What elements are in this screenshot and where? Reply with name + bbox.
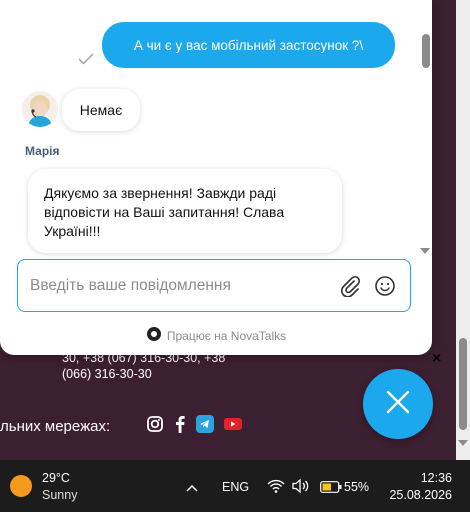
message-input-box[interactable]: [17, 259, 411, 312]
youtube-icon[interactable]: [224, 417, 242, 431]
language-indicator[interactable]: ENG: [222, 480, 249, 494]
chat-scroll-down-icon[interactable]: [420, 248, 430, 254]
telegram-icon[interactable]: [196, 415, 214, 433]
chevron-up-icon[interactable]: [186, 480, 198, 498]
social-networks-label: льних мережах:: [0, 418, 111, 435]
outgoing-message: А чи є у вас мобільний застосунок ?\: [102, 22, 395, 68]
incoming-message-long: Дякуємо за звернення! Завжди раді відпов…: [28, 169, 342, 253]
battery-icon[interactable]: [320, 480, 342, 498]
incoming-message-short: Немає: [62, 89, 140, 131]
page-scroll-down-icon[interactable]: [458, 440, 468, 446]
close-icon: [384, 388, 412, 421]
weather-temperature[interactable]: 29°C: [42, 471, 70, 485]
emoji-icon[interactable]: [374, 275, 396, 302]
message-input[interactable]: [28, 273, 332, 299]
chat-widget-panel: А чи є у вас мобільний застосунок ?\ Нем…: [0, 0, 432, 355]
social-icons: [146, 415, 242, 433]
agent-avatar: [22, 91, 58, 127]
sun-icon[interactable]: [10, 475, 32, 497]
instagram-icon[interactable]: [146, 415, 164, 433]
facebook-icon[interactable]: [174, 415, 186, 433]
chat-scrollbar-thumb[interactable]: [422, 34, 430, 68]
battery-percentage[interactable]: 55%: [344, 480, 369, 494]
weather-condition[interactable]: Sunny: [42, 488, 77, 502]
agent-name: Марія: [25, 144, 60, 158]
close-icon[interactable]: ×: [432, 350, 441, 368]
wifi-icon[interactable]: [267, 478, 285, 499]
message-sent-check-icon: [78, 52, 94, 70]
powered-by-text: Працює на NovaTalks: [166, 328, 287, 343]
taskbar: 29°C Sunny ENG 55% 12:36 25.08.2026: [0, 460, 470, 512]
paperclip-icon[interactable]: [339, 275, 361, 302]
powered-by[interactable]: Працює на NovaTalks: [0, 326, 432, 345]
page-scrollbar-thumb[interactable]: [459, 338, 467, 430]
clock-date[interactable]: 25.08.2026: [380, 488, 452, 502]
speaker-icon[interactable]: [291, 478, 311, 499]
clock-time[interactable]: 12:36: [380, 471, 452, 485]
novatalks-logo-icon: [146, 326, 162, 345]
chat-toggle-button[interactable]: [363, 369, 433, 439]
contact-phones-line2: (066) 316-30-30: [62, 367, 152, 381]
